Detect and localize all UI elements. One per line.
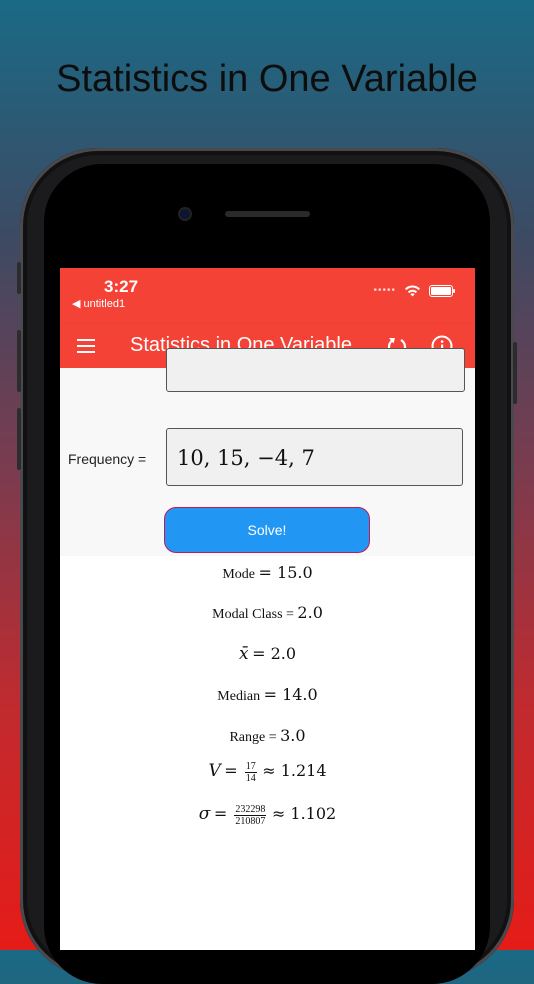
modal-class-result: Modal Class = 2.0 — [212, 603, 323, 622]
hamburger-menu-icon[interactable] — [76, 336, 98, 356]
status-time: 3:27 — [104, 277, 139, 296]
front-camera — [180, 209, 190, 219]
variance-denominator: 14 — [245, 773, 256, 785]
variance-symbol: V — [208, 761, 221, 781]
mean-symbol: x̄ — [238, 644, 249, 664]
range-label: Range — [229, 730, 266, 745]
battery-icon — [429, 284, 455, 297]
modal-class-label: Modal Class — [212, 607, 283, 622]
wifi-icon — [405, 285, 420, 297]
modal-class-value: 2.0 — [297, 603, 323, 622]
power-button — [513, 342, 517, 404]
input-form: Frequency = 10, 15, −4, 7 Solve! — [60, 348, 475, 556]
frequency-input[interactable]: 10, 15, −4, 7 — [166, 428, 463, 486]
status-bar: 3:27 ◀ untitled1 ••••• — [60, 268, 475, 324]
status-icons: ••••• — [373, 284, 455, 297]
std-dev-approx: 1.102 — [290, 804, 337, 823]
median-value: 14.0 — [282, 685, 318, 704]
std-dev-symbol: σ — [198, 804, 211, 824]
std-dev-result: σ = 232298 210807 ≈ 1.102 — [198, 804, 337, 828]
variance-approx: 1.214 — [280, 761, 327, 780]
variance-fraction: 17 14 — [244, 761, 257, 785]
std-dev-fraction: 232298 210807 — [234, 804, 267, 828]
earpiece-speaker — [225, 211, 310, 217]
variance-result: V = 17 14 ≈ 1.214 — [208, 761, 327, 785]
volume-down-button — [17, 408, 21, 470]
median-result: Median = 14.0 — [217, 685, 318, 704]
app-screen: 3:27 ◀ untitled1 ••••• Statistics in One… — [60, 268, 475, 950]
mode-label: Mode — [222, 567, 256, 582]
mode-result: Mode = 15.0 — [222, 563, 313, 582]
median-label: Median — [217, 689, 261, 704]
solve-button[interactable]: Solve! — [164, 507, 370, 553]
cellular-signal-icon: ••••• — [373, 285, 396, 296]
mean-value: 2.0 — [270, 644, 297, 663]
variance-numerator: 17 — [244, 761, 257, 774]
std-dev-numerator: 232298 — [234, 804, 267, 817]
mute-switch — [17, 262, 21, 294]
range-value: 3.0 — [280, 726, 306, 745]
mode-value: 15.0 — [277, 563, 313, 582]
volume-up-button — [17, 330, 21, 392]
frequency-label: Frequency = — [68, 451, 147, 467]
promo-headline: Statistics in One Variable — [56, 58, 478, 100]
std-dev-denominator: 210807 — [235, 816, 266, 828]
mean-result: x̄ = 2.0 — [238, 644, 297, 664]
back-to-app-link[interactable]: ◀ untitled1 — [72, 297, 125, 310]
range-result: Range = 3.0 — [229, 726, 306, 745]
values-input[interactable] — [166, 348, 465, 392]
